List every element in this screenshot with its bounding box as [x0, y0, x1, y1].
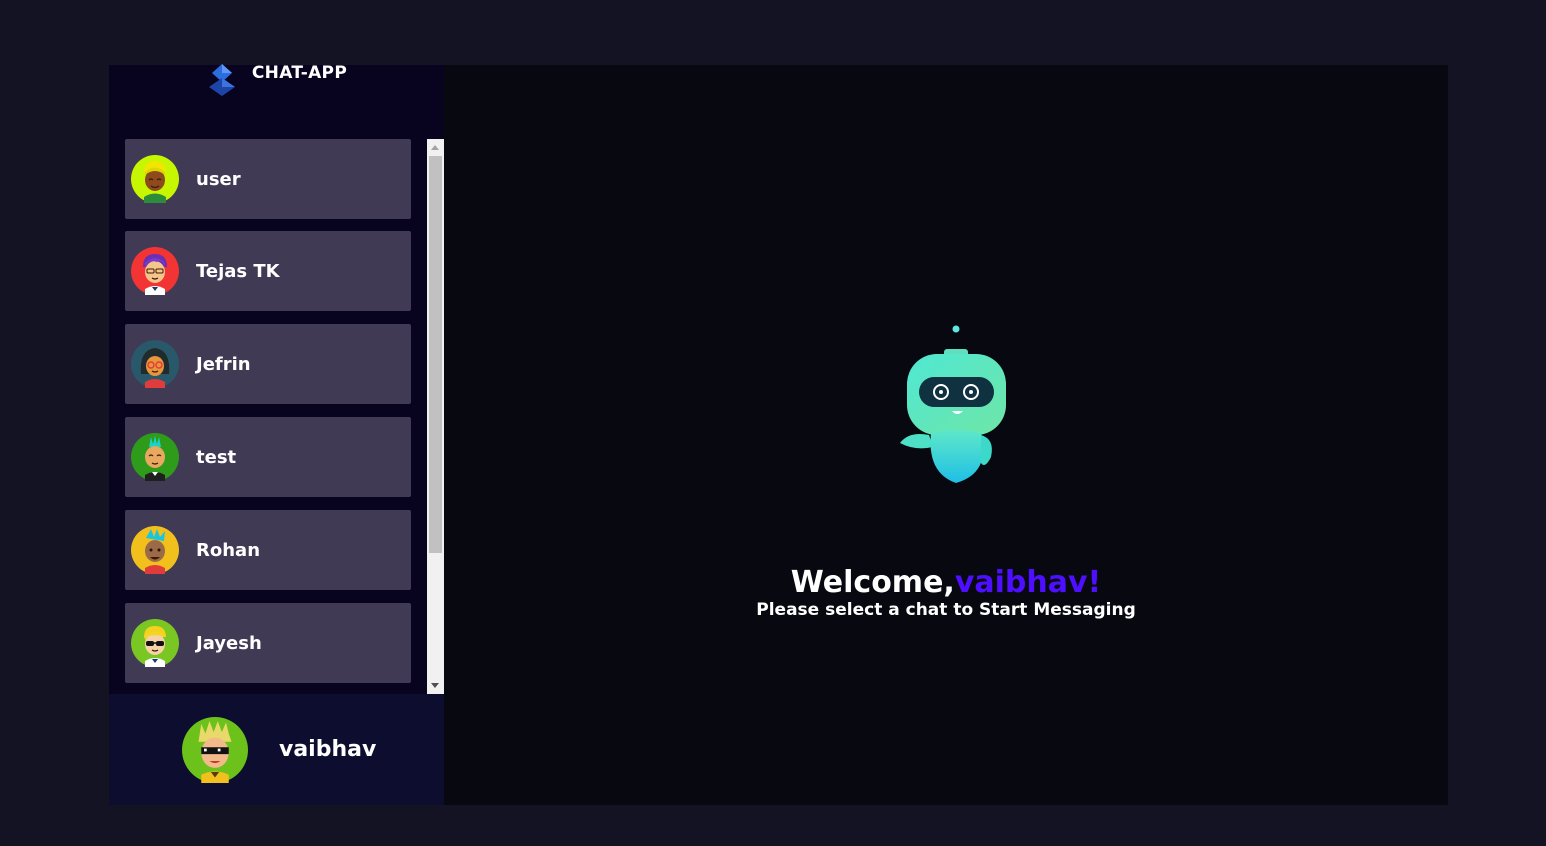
contact-name: user — [196, 168, 241, 190]
contacts-sidebar: CHAT-APP user Tejas TK Jefrin test Rohan… — [109, 63, 444, 805]
brand-header: CHAT-APP — [109, 63, 444, 139]
current-user-name: vaibhav — [279, 737, 377, 762]
welcome-panel: Welcome,vaibhav! Please select a chat to… — [444, 65, 1448, 805]
contact-name: test — [196, 446, 237, 468]
scroll-down-arrow-icon[interactable] — [431, 683, 439, 688]
robot-icon — [900, 325, 1006, 483]
contact-name: Tejas TK — [196, 260, 280, 282]
contact-item[interactable]: Jefrin — [125, 324, 411, 404]
contact-item[interactable]: Rohan — [125, 510, 411, 590]
current-user-panel: vaibhav — [109, 694, 444, 805]
avatar-dreadlocks-icon — [131, 340, 179, 388]
app-title: CHAT-APP — [251, 63, 348, 83]
welcome-subtitle: Please select a chat to Start Messaging — [756, 600, 1136, 620]
diamond-logo-icon — [208, 64, 235, 96]
avatar-purple-hair-icon — [131, 247, 179, 295]
chat-app-container: CHAT-APP user Tejas TK Jefrin test Rohan… — [109, 63, 1448, 805]
scrollbar-thumb[interactable] — [429, 156, 442, 553]
contact-item[interactable]: Jayesh — [125, 603, 411, 683]
welcome-greeting: Welcome, — [790, 565, 955, 600]
avatar-mohawk-icon — [131, 433, 179, 481]
contact-item[interactable]: user — [125, 139, 411, 219]
contact-name: Jayesh — [196, 632, 262, 654]
avatar-yellow-hair-icon — [131, 155, 179, 203]
welcome-heading: Welcome,vaibhav! — [444, 565, 1448, 600]
contact-item[interactable]: test — [125, 417, 411, 497]
contact-list: user Tejas TK Jefrin test Rohan Jayesh — [125, 139, 427, 694]
contact-item[interactable]: Tejas TK — [125, 231, 411, 311]
contact-name: Jefrin — [196, 353, 251, 375]
scroll-up-arrow-icon[interactable] — [431, 145, 439, 150]
welcome-username: vaibhav! — [954, 565, 1102, 600]
avatar-sunglasses-icon — [131, 619, 179, 667]
contact-name: Rohan — [196, 539, 261, 561]
avatar-sunglasses-icon — [182, 716, 248, 783]
avatar-brown-face-icon — [131, 526, 179, 574]
contact-list-scrollbar[interactable] — [427, 139, 444, 694]
